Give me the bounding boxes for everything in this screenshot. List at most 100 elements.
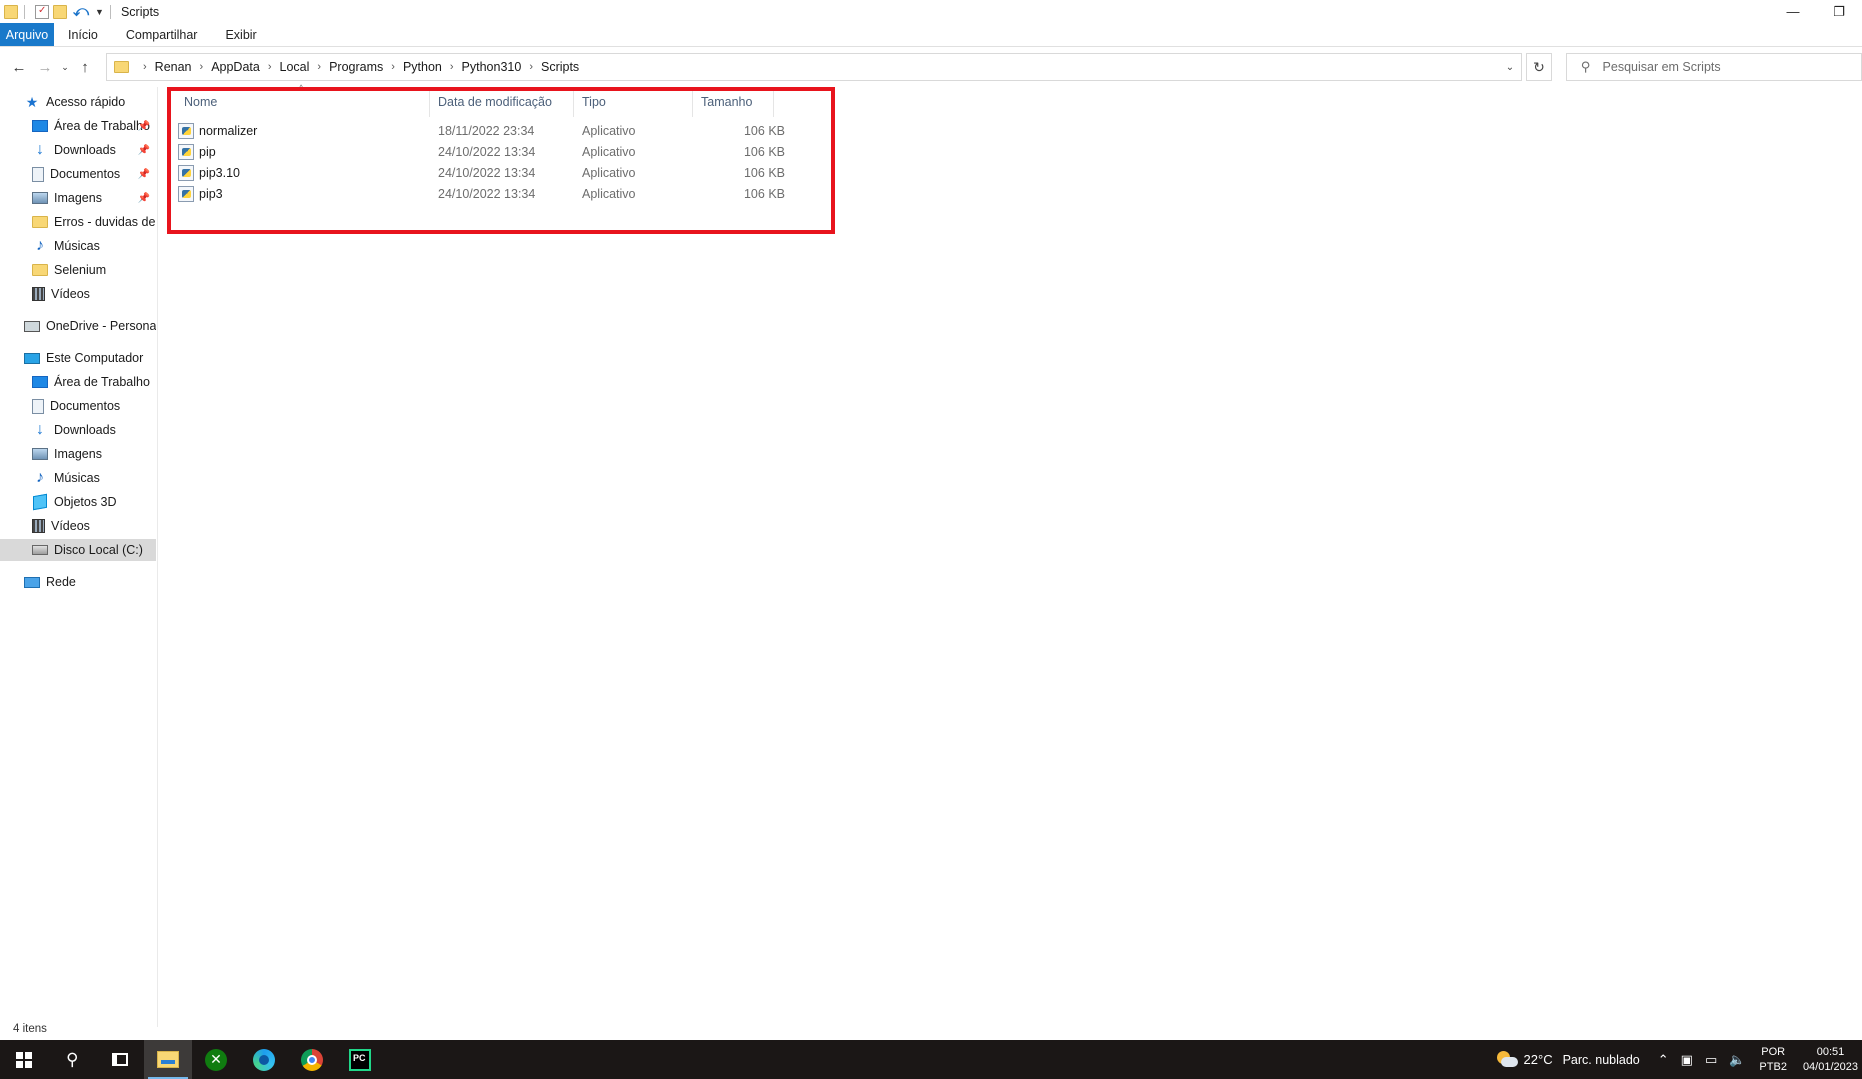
chevron-right-icon[interactable]: › <box>450 61 454 73</box>
sidebar-item-label: Músicas <box>54 471 100 485</box>
system-tray: 22°C Parc. nublado ⌃ ▣ ▭ 🔈 POR PTB2 00:5… <box>1496 1040 1862 1079</box>
back-button[interactable]: ← <box>6 54 32 80</box>
tab-exibir[interactable]: Exibir <box>211 23 270 46</box>
column-header-modified[interactable]: Data de modificação <box>430 87 574 117</box>
file-type: Aplicativo <box>582 144 636 159</box>
forward-button[interactable]: → <box>32 54 58 80</box>
address-bar[interactable]: › Renan › AppData › Local › Programs › P… <box>106 53 1522 81</box>
clock-date: 04/01/2023 <box>1802 1060 1858 1073</box>
taskbar-edge[interactable] <box>240 1040 288 1079</box>
file-modified: 24/10/2022 13:34 <box>438 165 536 180</box>
sidebar-item-music[interactable]: ♪ Músicas <box>0 235 156 257</box>
sidebar-item-network[interactable]: Rede <box>0 571 156 593</box>
sidebar-item-downloads[interactable]: ↓ Downloads 📌 <box>0 139 156 161</box>
tab-compartilhar[interactable]: Compartilhar <box>112 23 212 46</box>
taskbar-chrome[interactable] <box>288 1040 336 1079</box>
chevron-right-icon[interactable]: › <box>391 61 395 73</box>
start-button[interactable] <box>0 1040 48 1079</box>
tab-inicio[interactable]: Início <box>54 23 112 46</box>
sidebar-item-pc-documents[interactable]: Documentos <box>0 395 156 417</box>
customize-toolbar-chevron-icon[interactable]: ▼ <box>95 7 104 17</box>
pin-icon[interactable]: 📌 <box>138 169 150 180</box>
meet-now-icon[interactable]: ▣ <box>1681 1052 1693 1068</box>
tab-arquivo[interactable]: Arquivo <box>0 23 54 46</box>
task-view-button[interactable] <box>96 1040 144 1079</box>
keyboard-layout: PTB2 <box>1759 1060 1787 1073</box>
edge-icon <box>253 1048 275 1071</box>
sidebar-item-pc-images[interactable]: Imagens <box>0 443 156 465</box>
undo-icon[interactable]: ⤺ <box>73 3 89 20</box>
pin-icon[interactable]: 📌 <box>138 121 150 132</box>
divider <box>24 4 25 19</box>
sidebar-item-label: Área de Trabalho <box>54 119 150 133</box>
sidebar-item-this-pc[interactable]: Este Computador <box>0 347 156 369</box>
refresh-button[interactable]: ↻ <box>1526 53 1552 81</box>
sidebar-item-pc-desktop[interactable]: Área de Trabalho <box>0 371 156 393</box>
column-header-size[interactable]: Tamanho <box>693 87 774 117</box>
chevron-up-icon[interactable]: ⌃ <box>1658 1052 1669 1068</box>
sidebar-item-label: Disco Local (C:) <box>54 543 143 557</box>
sidebar-item-quick-access[interactable]: ★ Acesso rápido <box>0 91 156 113</box>
taskbar-file-explorer[interactable] <box>144 1040 192 1079</box>
breadcrumb-scripts[interactable]: Scripts <box>541 60 579 74</box>
breadcrumb-local[interactable]: Local <box>280 60 310 74</box>
windows-logo-icon <box>16 1051 32 1068</box>
table-row[interactable]: pip 24/10/2022 13:34 Aplicativo 106 KB <box>176 141 826 162</box>
pin-icon[interactable]: 📌 <box>138 145 150 156</box>
input-language[interactable]: POR PTB2 <box>1759 1045 1787 1075</box>
sidebar-item-images[interactable]: Imagens 📌 <box>0 187 156 209</box>
up-button[interactable]: ↑ <box>72 54 98 80</box>
chevron-right-icon[interactable]: › <box>143 61 147 73</box>
minimize-button[interactable]: — <box>1770 0 1816 23</box>
taskbar-pycharm[interactable]: PC <box>336 1040 384 1079</box>
weather-partly-cloudy-icon[interactable] <box>1496 1050 1518 1069</box>
volume-icon[interactable]: 🔈 <box>1729 1052 1745 1068</box>
sidebar-item-pc-3d-objects[interactable]: Objetos 3D <box>0 491 156 513</box>
breadcrumb-programs[interactable]: Programs <box>329 60 383 74</box>
breadcrumb-python310[interactable]: Python310 <box>462 60 522 74</box>
breadcrumb-python[interactable]: Python <box>403 60 442 74</box>
chevron-right-icon[interactable]: › <box>317 61 321 73</box>
chevron-right-icon[interactable]: › <box>200 61 204 73</box>
taskbar: ⚲ ✕ PC 22°C Parc. nublado ⌃ ▣ ▭ 🔈 POR PT… <box>0 1040 1862 1079</box>
new-folder-icon[interactable] <box>53 4 67 19</box>
recent-locations-chevron-icon[interactable]: ⌄ <box>58 54 72 80</box>
network-icon[interactable]: ▭ <box>1705 1052 1717 1068</box>
sidebar-item-videos[interactable]: Vídeos <box>0 283 156 305</box>
disk-icon <box>32 545 48 555</box>
image-icon <box>32 192 48 204</box>
breadcrumb-renan[interactable]: Renan <box>155 60 192 74</box>
properties-icon[interactable] <box>35 4 49 19</box>
sidebar-item-label: Imagens <box>54 447 102 461</box>
table-row[interactable]: pip3.10 24/10/2022 13:34 Aplicativo 106 … <box>176 162 826 183</box>
sidebar-item-local-disk[interactable]: Disco Local (C:) <box>0 539 156 561</box>
column-header-type[interactable]: Tipo <box>574 87 693 117</box>
table-row[interactable]: pip3 24/10/2022 13:34 Aplicativo 106 KB <box>176 183 826 204</box>
weather-description[interactable]: Parc. nublado <box>1563 1053 1640 1067</box>
sidebar-item-selenium[interactable]: Selenium <box>0 259 156 281</box>
weather-temperature[interactable]: 22°C <box>1524 1052 1553 1067</box>
taskbar-xbox[interactable]: ✕ <box>192 1040 240 1079</box>
sidebar-item-desktop[interactable]: Área de Trabalho 📌 <box>0 115 156 137</box>
chevron-right-icon[interactable]: › <box>268 61 272 73</box>
sidebar-item-pc-downloads[interactable]: ↓ Downloads <box>0 419 156 441</box>
pin-icon[interactable]: 📌 <box>138 193 150 204</box>
table-row[interactable]: normalizer 18/11/2022 23:34 Aplicativo 1… <box>176 120 826 141</box>
address-history-chevron-icon[interactable]: ⌄ <box>1499 54 1521 80</box>
sidebar-item-erros[interactable]: Erros - duvidas de p <box>0 211 156 233</box>
taskbar-search-button[interactable]: ⚲ <box>48 1040 96 1079</box>
column-header-name[interactable]: Nome <box>176 87 430 117</box>
sidebar-item-onedrive[interactable]: OneDrive - Personal <box>0 315 156 337</box>
breadcrumb-appdata[interactable]: AppData <box>211 60 260 74</box>
sidebar-item-pc-videos[interactable]: Vídeos <box>0 515 156 537</box>
search-input[interactable]: ⚲ Pesquisar em Scripts <box>1566 53 1862 81</box>
chevron-right-icon[interactable]: › <box>529 61 533 73</box>
restore-button[interactable]: ❐ <box>1816 0 1862 23</box>
file-name-cell: pip <box>178 141 216 162</box>
download-icon: ↓ <box>36 141 44 158</box>
pycharm-icon: PC <box>349 1048 371 1071</box>
clock[interactable]: 00:51 04/01/2023 <box>1803 1045 1858 1075</box>
file-modified: 24/10/2022 13:34 <box>438 144 536 159</box>
sidebar-item-documents[interactable]: Documentos 📌 <box>0 163 156 185</box>
sidebar-item-pc-music[interactable]: ♪ Músicas <box>0 467 156 489</box>
